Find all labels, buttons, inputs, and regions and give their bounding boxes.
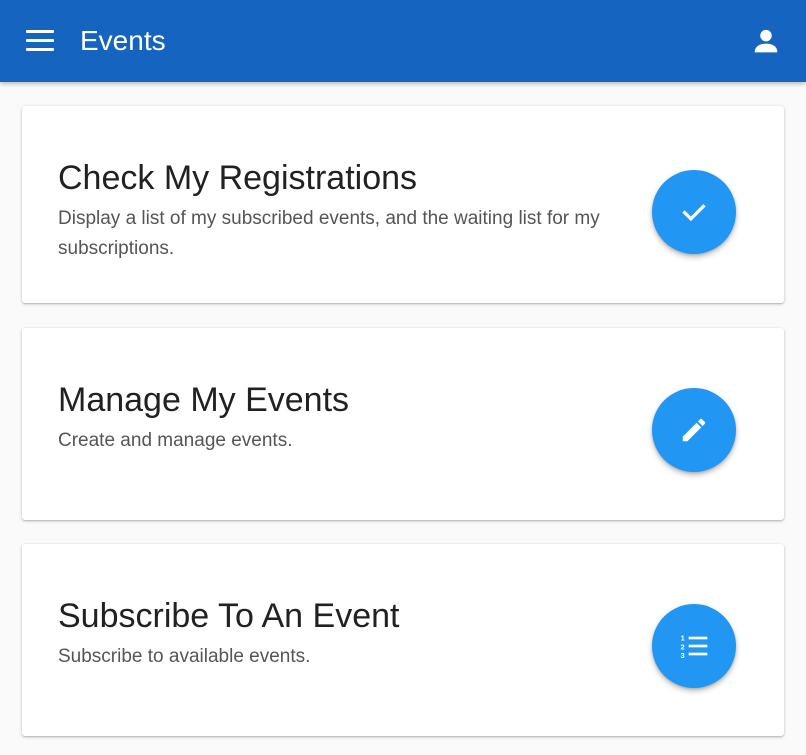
subscribe-event-button[interactable]: 1 2 3 bbox=[652, 604, 736, 688]
svg-text:1: 1 bbox=[681, 634, 685, 643]
menu-button[interactable] bbox=[26, 30, 54, 52]
page-title: Events bbox=[80, 25, 166, 56]
svg-text:2: 2 bbox=[681, 642, 685, 651]
pencil-icon bbox=[682, 418, 706, 442]
card-manage-my-events[interactable]: Manage My Events Create and manage event… bbox=[22, 328, 784, 520]
card-description: Subscribe to available events. bbox=[58, 646, 311, 667]
card-title: Subscribe To An Event bbox=[58, 597, 400, 635]
menu-icon bbox=[26, 30, 54, 33]
card-description: Display a list of my subscribed events, … bbox=[58, 208, 600, 259]
account-icon bbox=[754, 29, 778, 53]
card-title: Manage My Events bbox=[58, 381, 350, 419]
check-icon bbox=[682, 204, 706, 222]
card-subscribe-to-an-event[interactable]: Subscribe To An Event Subscribe to avail… bbox=[22, 544, 784, 736]
manage-events-button[interactable] bbox=[652, 388, 736, 472]
app-bar: Events bbox=[0, 0, 806, 82]
check-registrations-button[interactable] bbox=[652, 170, 736, 254]
menu-icon bbox=[26, 48, 54, 51]
card-check-my-registrations[interactable]: Check My Registrations Display a list of… bbox=[22, 106, 784, 303]
account-button[interactable] bbox=[750, 25, 782, 57]
numbered-list-icon: 1 2 3 bbox=[681, 634, 708, 660]
svg-text:3: 3 bbox=[681, 651, 685, 660]
menu-icon bbox=[26, 39, 54, 42]
card-description: Create and manage events. bbox=[58, 430, 293, 451]
card-title: Check My Registrations bbox=[58, 159, 418, 197]
